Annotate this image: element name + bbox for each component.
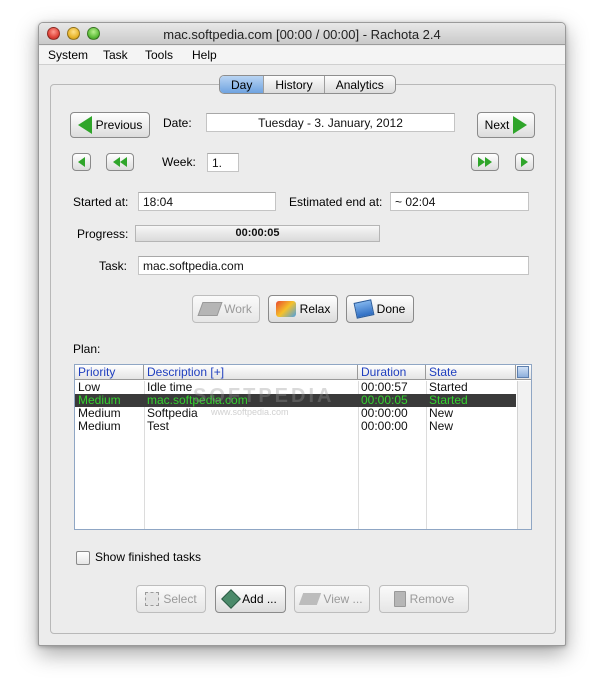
table-scrollbar[interactable]: [517, 381, 531, 529]
estimated-field[interactable]: ~ 02:04: [390, 192, 529, 211]
progress-bar: 00:00:05: [135, 225, 380, 242]
cell-duration: 00:00:00: [361, 419, 408, 433]
relax-label: Relax: [299, 302, 331, 316]
next-label: Next: [484, 118, 510, 132]
tab-analytics[interactable]: Analytics: [325, 76, 395, 93]
column-state[interactable]: State: [426, 365, 516, 380]
select-icon: [145, 592, 160, 606]
double-arrow-right-icon-part: [485, 157, 492, 167]
progress-time: 00:00:05: [235, 227, 280, 239]
table-header: Priority Description [+] Duration State: [75, 365, 531, 380]
remove-label: Remove: [409, 592, 455, 606]
add-label: Add ...: [242, 592, 277, 606]
window-title: mac.softpedia.com [00:00 / 00:00] - Rach…: [163, 27, 441, 42]
menu-tools[interactable]: Tools: [145, 48, 173, 62]
done-button[interactable]: Done: [346, 295, 414, 323]
arrow-right-icon: [513, 116, 528, 134]
date-label: Date:: [163, 116, 192, 130]
remove-button[interactable]: Remove: [379, 585, 469, 613]
plan-label: Plan:: [73, 342, 101, 356]
book-icon: [353, 299, 375, 319]
week-field[interactable]: 1.: [207, 153, 239, 172]
started-field[interactable]: 18:04: [138, 192, 276, 211]
plan-table: Priority Description [+] Duration State …: [74, 364, 532, 530]
arrow-left-icon: [77, 116, 92, 134]
cell-priority: Medium: [78, 419, 121, 433]
started-label: Started at:: [73, 195, 129, 209]
menu-help[interactable]: Help: [192, 48, 217, 62]
previous-week-button[interactable]: [106, 153, 134, 171]
column-description[interactable]: Description [+]: [144, 365, 358, 380]
app-window: mac.softpedia.com [00:00 / 00:00] - Rach…: [38, 22, 566, 646]
next-week-button[interactable]: [471, 153, 499, 171]
previous-label: Previous: [95, 118, 143, 132]
add-button[interactable]: Add ...: [215, 585, 286, 613]
view-icon: [299, 593, 322, 605]
menu-system[interactable]: System: [48, 48, 88, 62]
previous-step-button[interactable]: [72, 153, 91, 171]
next-day-button[interactable]: Next: [477, 112, 535, 138]
table-row[interactable]: Medium Test 00:00:00 New: [75, 420, 516, 433]
double-arrow-left-icon-part: [120, 157, 127, 167]
double-arrow-left-icon: [113, 157, 120, 167]
select-button[interactable]: Select: [136, 585, 206, 613]
title-bar[interactable]: mac.softpedia.com [00:00 / 00:00] - Rach…: [39, 23, 565, 45]
cell-description: Test: [147, 419, 170, 433]
column-priority[interactable]: Priority: [75, 365, 144, 380]
estimated-label: Estimated end at:: [289, 195, 383, 209]
tab-history[interactable]: History: [264, 76, 325, 93]
task-label: Task:: [99, 259, 128, 273]
show-finished-checkbox[interactable]: [76, 551, 90, 565]
select-label: Select: [163, 592, 197, 606]
relax-button[interactable]: Relax: [268, 295, 338, 323]
view-button[interactable]: View ...: [294, 585, 370, 613]
cell-state: New: [429, 419, 454, 433]
arrow-left-icon: [78, 157, 85, 167]
view-label: View ...: [323, 592, 363, 606]
column-duration[interactable]: Duration: [358, 365, 426, 380]
double-arrow-right-icon: [478, 157, 485, 167]
week-label: Week:: [162, 155, 196, 169]
menu-task[interactable]: Task: [103, 48, 128, 62]
work-icon: [197, 302, 223, 316]
next-step-button[interactable]: [515, 153, 534, 171]
arrow-right-icon: [521, 157, 528, 167]
show-finished-label: Show finished tasks: [95, 550, 202, 564]
tab-bar: Day History Analytics: [219, 75, 396, 94]
trash-icon: [393, 591, 406, 607]
tab-day[interactable]: Day: [220, 76, 265, 93]
column-chooser-icon[interactable]: [517, 366, 529, 378]
work-label: Work: [224, 302, 252, 316]
progress-label: Progress:: [77, 227, 129, 241]
work-button[interactable]: Work: [192, 295, 260, 323]
date-field[interactable]: Tuesday - 3. January, 2012: [206, 113, 455, 132]
palette-icon: [275, 301, 296, 317]
add-icon: [221, 589, 242, 609]
previous-day-button[interactable]: Previous: [70, 112, 150, 138]
done-label: Done: [376, 302, 406, 316]
task-field[interactable]: mac.softpedia.com: [138, 256, 529, 275]
menu-bar: System Task Tools Help: [39, 46, 565, 65]
